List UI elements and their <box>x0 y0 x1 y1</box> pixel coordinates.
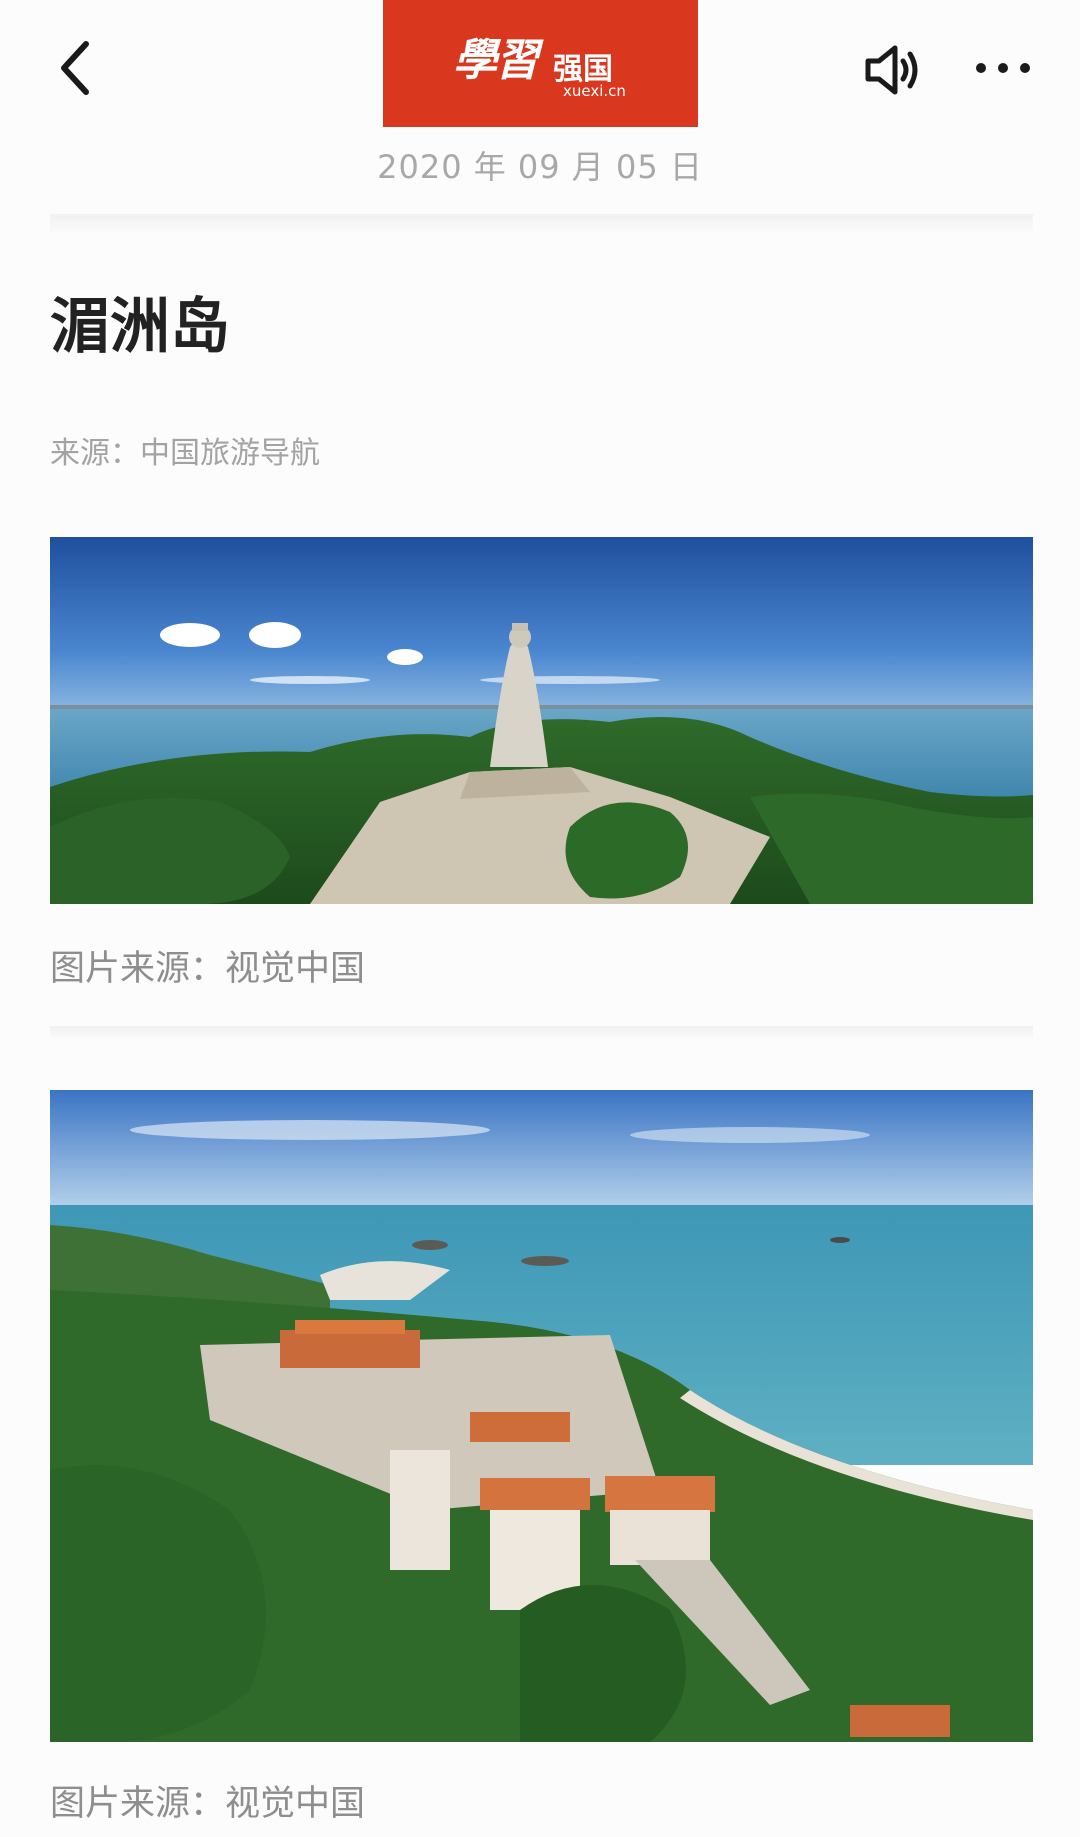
image-divider <box>50 1026 1033 1038</box>
xuexi-logo: 學習 强国 xuexi.cn <box>383 0 698 127</box>
read-aloud-button[interactable] <box>862 42 924 98</box>
more-options-button[interactable] <box>972 50 1034 86</box>
chevron-left-icon <box>61 41 89 95</box>
logo-calligraphy: 學習 <box>453 35 539 86</box>
article-source: 来源：中国旅游导航 <box>50 436 320 471</box>
article-image-temple-aerial[interactable] <box>50 1090 1033 1742</box>
publish-date: 2020 年 09 月 05 日 <box>377 148 703 186</box>
mazu-statue-photo <box>50 537 1033 904</box>
more-dots-icon <box>976 63 1030 73</box>
header-divider <box>50 214 1033 232</box>
logo-domain: xuexi.cn <box>563 82 626 100</box>
temple-aerial-photo <box>50 1090 1033 1742</box>
article-page: 學習 强国 xuexi.cn 2020 年 09 月 05 日 湄洲岛 来源：中… <box>0 0 1080 1837</box>
article-image-mazu-statue[interactable] <box>50 537 1033 904</box>
article-title: 湄洲岛 <box>50 292 230 362</box>
speaker-icon <box>865 45 918 95</box>
image-caption-2: 图片来源：视觉中国 <box>50 1784 366 1824</box>
image-caption-1: 图片来源：视觉中国 <box>50 949 366 989</box>
back-button[interactable] <box>52 38 104 98</box>
top-bar: 學習 强国 xuexi.cn <box>0 0 1080 140</box>
